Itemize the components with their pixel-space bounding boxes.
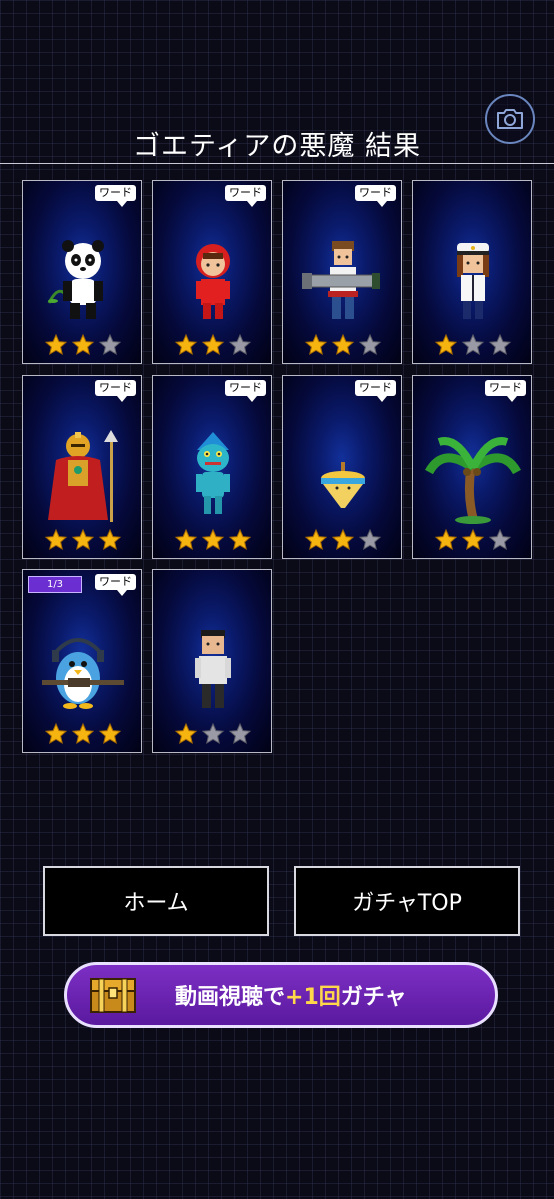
rarity-stars	[283, 333, 401, 357]
rarity-stars	[23, 528, 141, 552]
star-icon-2	[71, 528, 95, 551]
star-icon-2	[71, 333, 95, 356]
result-card-penguin-sniper[interactable]: 1/3 ワード	[22, 569, 142, 753]
rarity-stars	[153, 333, 271, 357]
star-icon-1	[304, 333, 328, 356]
star-icon-3	[98, 722, 122, 745]
result-card-panda[interactable]: ワード	[22, 180, 142, 364]
panda-sprite	[23, 227, 141, 339]
boy-with-bazooka-sprite	[283, 227, 401, 339]
star-icon-1	[304, 528, 328, 551]
video-gacha-text-before: 動画視聴で	[175, 985, 286, 1010]
star-icon-2	[201, 528, 225, 551]
star-icon-2	[461, 528, 485, 551]
star-icon-1	[44, 528, 68, 551]
star-icon-2	[201, 722, 225, 745]
result-card-boy-with-bazooka[interactable]: ワード	[282, 180, 402, 364]
count-badge: 1/3	[28, 576, 82, 593]
word-badge: ワード	[355, 380, 396, 402]
fish-man-sprite	[153, 422, 271, 534]
star-icon-3	[228, 333, 252, 356]
sailor-captain-sprite	[413, 227, 531, 339]
rarity-stars	[413, 528, 531, 552]
video-gacha-text-after: ガチャ	[340, 985, 407, 1010]
spinning-top-sprite	[283, 422, 401, 534]
red-hood-kid-sprite	[153, 227, 271, 339]
rarity-stars	[23, 333, 141, 357]
office-man-sprite	[153, 616, 271, 728]
rarity-stars	[283, 528, 401, 552]
result-card-office-man[interactable]	[152, 569, 272, 753]
star-icon-3	[228, 722, 252, 745]
result-card-sailor-captain[interactable]	[412, 180, 532, 364]
page-title: ゴエティアの悪魔 結果	[133, 131, 421, 162]
rarity-stars	[413, 333, 531, 357]
star-icon-2	[201, 333, 225, 356]
penguin-sniper-sprite	[23, 616, 141, 728]
result-card-red-hood-kid[interactable]: ワード	[152, 180, 272, 364]
rarity-stars	[153, 722, 271, 746]
title-divider	[0, 163, 554, 164]
red-armored-king-sprite	[23, 422, 141, 534]
star-icon-1	[44, 333, 68, 356]
palm-tree-sprite	[413, 422, 531, 534]
word-badge: ワード	[95, 574, 136, 596]
star-icon-2	[331, 528, 355, 551]
star-icon-3	[358, 528, 382, 551]
star-icon-3	[228, 528, 252, 551]
star-icon-3	[98, 333, 122, 356]
video-gacha-button[interactable]: 動画視聴で+1回ガチャ	[64, 962, 498, 1028]
result-card-red-armored-king[interactable]: ワード	[22, 375, 142, 559]
result-card-spinning-top[interactable]: ワード	[282, 375, 402, 559]
word-badge: ワード	[95, 380, 136, 402]
star-icon-1	[44, 722, 68, 745]
gacha-top-button[interactable]: ガチャTOP	[294, 866, 520, 936]
star-icon-2	[461, 333, 485, 356]
star-icon-2	[71, 722, 95, 745]
home-button[interactable]: ホーム	[43, 866, 269, 936]
video-gacha-count-unit: 回	[318, 985, 341, 1010]
star-icon-1	[434, 528, 458, 551]
star-icon-3	[98, 528, 122, 551]
word-badge: ワード	[485, 380, 526, 402]
star-icon-1	[174, 333, 198, 356]
treasure-chest-icon	[90, 978, 136, 1013]
star-icon-3	[358, 333, 382, 356]
word-badge: ワード	[95, 185, 136, 207]
star-icon-3	[488, 333, 512, 356]
camera-icon	[497, 109, 523, 129]
word-badge: ワード	[355, 185, 396, 207]
result-card-fish-man[interactable]: ワード	[152, 375, 272, 559]
rarity-stars	[23, 722, 141, 746]
star-icon-1	[434, 333, 458, 356]
star-icon-2	[331, 333, 355, 356]
video-gacha-label: 動画視聴で+1回ガチャ	[175, 979, 407, 1011]
video-gacha-plus1: +1	[285, 985, 319, 1010]
star-icon-1	[174, 528, 198, 551]
star-icon-3	[488, 528, 512, 551]
rarity-stars	[153, 528, 271, 552]
screenshot-button[interactable]	[485, 94, 535, 144]
word-badge: ワード	[225, 185, 266, 207]
result-card-palm-tree[interactable]: ワード	[412, 375, 532, 559]
star-icon-1	[174, 722, 198, 745]
word-badge: ワード	[225, 380, 266, 402]
